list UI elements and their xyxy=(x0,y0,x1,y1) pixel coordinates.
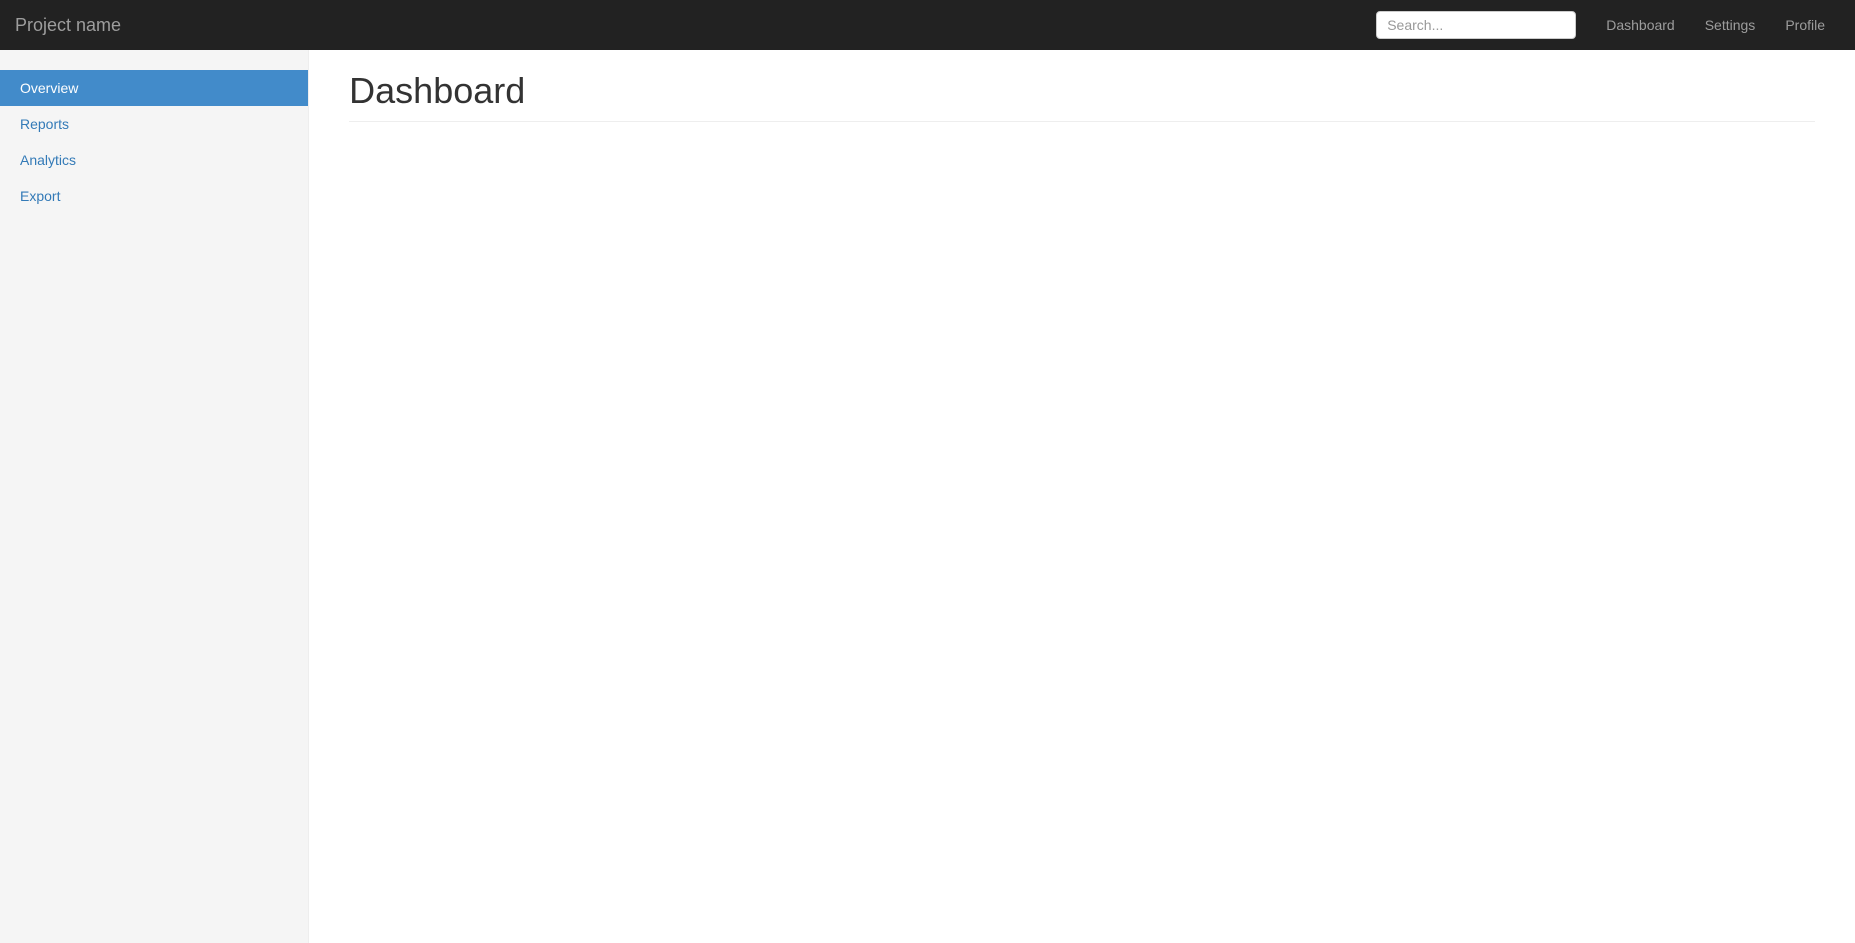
search-form xyxy=(1376,11,1576,39)
navbar-right: Dashboard Settings Profile xyxy=(1376,0,1840,50)
top-navbar: Project name Dashboard Settings Profile xyxy=(0,0,1855,50)
sidebar-item-analytics[interactable]: Analytics xyxy=(0,142,308,178)
main-content: Dashboard xyxy=(309,50,1855,943)
nav-link-profile[interactable]: Profile xyxy=(1770,0,1840,50)
page-title: Dashboard xyxy=(349,70,1815,122)
main-container: Overview Reports Analytics Export Dashbo… xyxy=(0,50,1855,943)
navbar-links: Dashboard Settings Profile xyxy=(1591,0,1840,50)
sidebar-item-export[interactable]: Export xyxy=(0,178,308,214)
sidebar-item-reports[interactable]: Reports xyxy=(0,106,308,142)
nav-link-settings[interactable]: Settings xyxy=(1690,0,1771,50)
search-input[interactable] xyxy=(1376,11,1576,39)
sidebar: Overview Reports Analytics Export xyxy=(0,50,309,943)
sidebar-item-overview[interactable]: Overview xyxy=(0,70,308,106)
navbar-brand[interactable]: Project name xyxy=(15,0,121,50)
nav-link-dashboard[interactable]: Dashboard xyxy=(1591,0,1690,50)
sidebar-nav: Overview Reports Analytics Export xyxy=(0,70,308,214)
